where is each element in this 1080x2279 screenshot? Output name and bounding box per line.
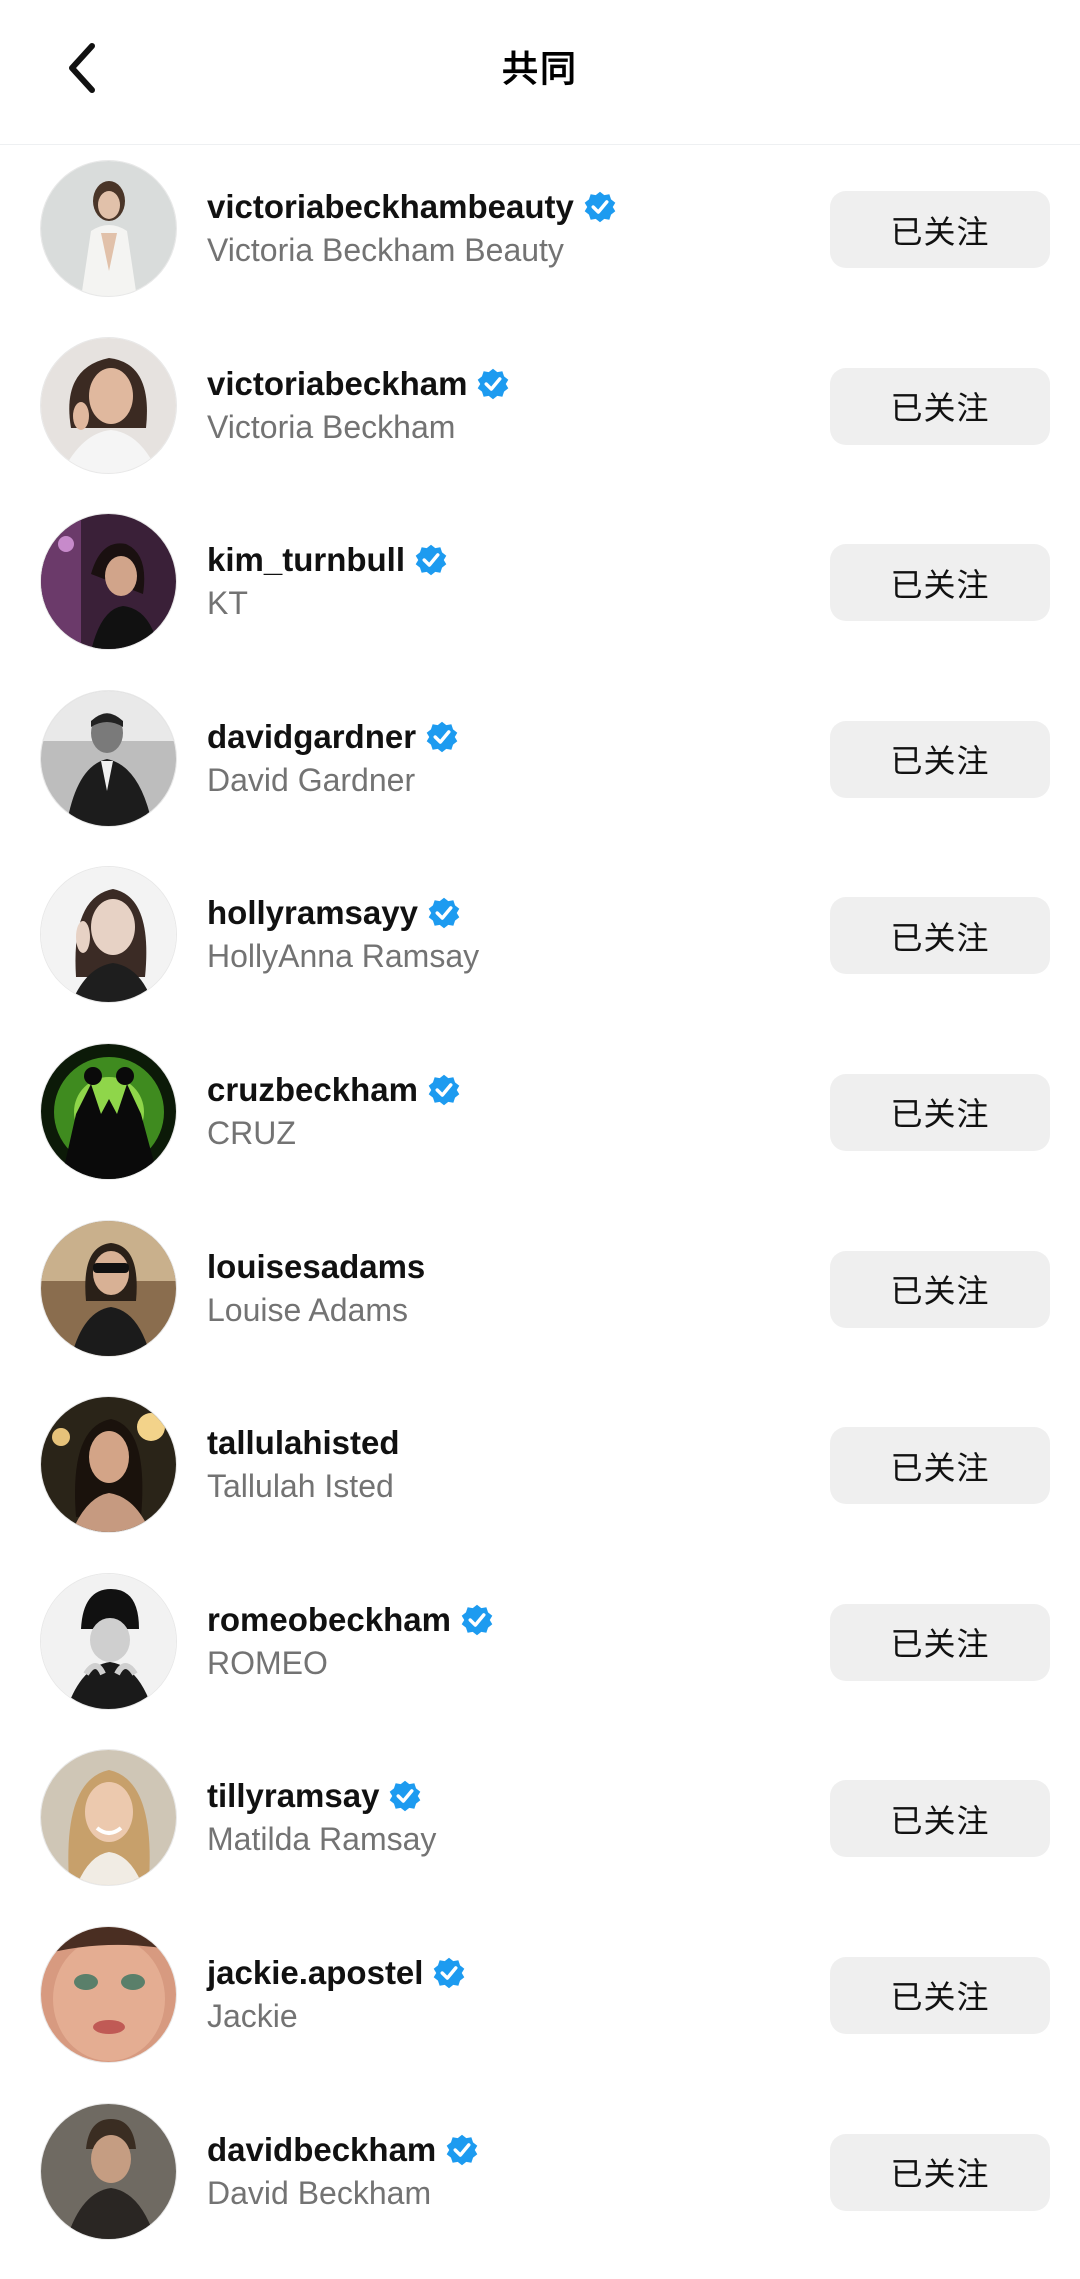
display-name: ROMEO [207, 1644, 328, 1681]
display-name: David Gardner [207, 761, 416, 798]
following-button[interactable]: 已关注 [830, 1780, 1050, 1858]
mutual-followers-list: victoriabeckhambeauty Victoria Beckham B… [0, 160, 1080, 2279]
username[interactable]: kim_turnbull [207, 541, 405, 579]
display-name: David Beckham [207, 2174, 432, 2211]
list-item[interactable]: cruzbeckham CRUZ 已关注 [0, 1042, 1080, 1220]
avatar[interactable] [40, 1925, 177, 2063]
username[interactable]: louisesadams [207, 1248, 425, 1286]
verified-badge-icon [584, 191, 616, 223]
list-item[interactable]: victoriabeckhambeauty Victoria Beckham B… [0, 160, 1080, 337]
username[interactable]: victoriabeckhambeauty [207, 188, 574, 226]
avatar[interactable] [40, 689, 177, 827]
avatar[interactable] [40, 1749, 177, 1887]
list-item[interactable]: tallulahisted Tallulah Isted 已关注 [0, 1396, 1080, 1573]
display-name: Matilda Ramsay [207, 1821, 437, 1858]
following-button[interactable]: 已关注 [830, 191, 1050, 268]
avatar[interactable] [40, 1396, 177, 1534]
avatar[interactable] [40, 1219, 177, 1357]
verified-badge-icon [428, 1074, 460, 1106]
following-button[interactable]: 已关注 [830, 1956, 1050, 2034]
following-button[interactable]: 已关注 [830, 897, 1050, 975]
verified-badge-icon [415, 544, 447, 576]
display-name: Victoria Beckham [207, 408, 456, 445]
list-item[interactable]: louisesadams Louise Adams 已关注 [0, 1219, 1080, 1397]
list-item[interactable]: victoriabeckham Victoria Beckham 已关注 [0, 336, 1080, 514]
username[interactable]: hollyramsayy [207, 894, 418, 932]
list-item[interactable]: davidgardner David Gardner 已关注 [0, 689, 1080, 867]
username[interactable]: cruzbeckham [207, 1071, 418, 1109]
display-name: CRUZ [207, 1114, 296, 1151]
username[interactable]: davidbeckham [207, 2131, 436, 2169]
verified-badge-icon [434, 1957, 465, 1989]
following-button[interactable]: 已关注 [830, 2133, 1050, 2211]
verified-badge-icon [461, 1604, 493, 1636]
avatar[interactable] [40, 336, 177, 474]
verified-badge-icon [390, 1781, 421, 1812]
list-item[interactable]: jackie.apostel Jackie 已关注 [0, 1925, 1080, 2103]
list-item[interactable]: romeobeckham ROMEO 已关注 [0, 1572, 1080, 1750]
list-item[interactable]: tillyramsay Matilda Ramsay 已关注 [0, 1749, 1080, 1926]
verified-badge-icon [428, 898, 460, 929]
following-button[interactable]: 已关注 [830, 367, 1050, 445]
list-item[interactable]: kim_turnbull KT 已关注 [0, 513, 1080, 690]
avatar[interactable] [40, 160, 177, 297]
display-name: HollyAnna Ramsay [207, 938, 480, 975]
following-button[interactable]: 已关注 [830, 1250, 1050, 1328]
avatar[interactable] [40, 2102, 177, 2240]
username[interactable]: tallulahisted [207, 1424, 400, 1462]
following-button[interactable]: 已关注 [830, 1427, 1050, 1505]
following-button[interactable]: 已关注 [830, 720, 1050, 798]
following-button[interactable]: 已关注 [830, 1603, 1050, 1681]
username[interactable]: jackie.apostel [207, 1954, 423, 1992]
avatar[interactable] [40, 866, 177, 1004]
avatar[interactable] [40, 513, 177, 651]
username[interactable]: victoriabeckham [207, 365, 467, 403]
username[interactable]: davidgardner [207, 718, 416, 756]
display-name: Jackie [207, 1997, 298, 2034]
display-name: KT [207, 585, 248, 622]
display-name: Victoria Beckham Beauty [207, 232, 564, 268]
display-name: Tallulah Isted [207, 1468, 394, 1505]
following-button[interactable]: 已关注 [830, 544, 1050, 622]
verified-badge-icon [426, 721, 458, 753]
page-title: 共同 [501, 48, 578, 89]
verified-badge-icon [446, 2134, 478, 2165]
avatar[interactable] [40, 1042, 177, 1180]
avatar[interactable] [40, 1572, 177, 1710]
list-item[interactable]: hollyramsayy HollyAnna Ramsay 已关注 [0, 866, 1080, 1043]
following-button[interactable]: 已关注 [830, 1073, 1050, 1151]
display-name: Louise Adams [207, 1291, 409, 1328]
username[interactable]: tillyramsay [207, 1777, 379, 1815]
list-item[interactable]: davidbeckham David Beckham 已关注 [0, 2102, 1080, 2279]
username[interactable]: romeobeckham [207, 1601, 451, 1639]
top-bar: 共同 [0, 0, 1080, 145]
verified-badge-icon [478, 368, 509, 399]
